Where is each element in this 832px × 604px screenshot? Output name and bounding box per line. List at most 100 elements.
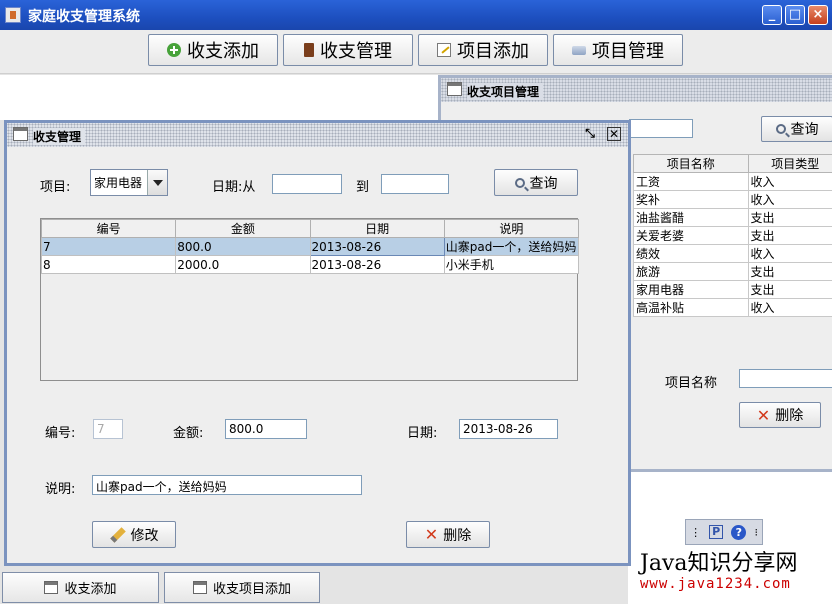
project-select[interactable]: 家用电器 — [90, 169, 168, 196]
delete-x-icon: ✕ — [756, 405, 771, 425]
id-field: 7 — [93, 419, 123, 439]
table-cell: 8 — [40, 255, 177, 274]
drive-icon — [572, 45, 586, 55]
income-manage-frame: 收支管理 ⤡ ✕ 项目: 家用电器 日期:从 到 查询 编号 金额 日期 说明 — [4, 120, 631, 566]
project-search-input[interactable] — [629, 119, 693, 138]
close-button[interactable]: × — [808, 5, 828, 25]
amount-field[interactable]: 800.0 — [225, 419, 307, 439]
table-cell: 关爱老婆 — [633, 226, 749, 245]
minimized-frame-label: 收支项目添加 — [212, 582, 291, 597]
menu-arrow-icon[interactable]: ⁝ — [754, 526, 758, 539]
column-header[interactable]: 项目名称 — [633, 154, 749, 173]
description-label: 说明: — [45, 482, 76, 497]
column-header[interactable]: 项目类型 — [747, 154, 832, 173]
desktop-area — [0, 75, 440, 120]
date-to-label: 到 — [356, 180, 370, 195]
table-cell: 山寨pad一个，送给妈妈 — [443, 237, 580, 256]
table-cell: 支出 — [747, 208, 832, 227]
delete-button[interactable]: ✕ 删除 — [406, 521, 490, 548]
minimized-frame-project-add[interactable]: 收支项目添加 — [164, 572, 320, 603]
project-delete-button[interactable]: ✕ 删除 — [739, 402, 821, 428]
drag-handle-icon[interactable]: ⋮ — [690, 526, 701, 539]
toolbar-button-label: 项目添加 — [457, 41, 529, 62]
date-from-input[interactable] — [272, 174, 342, 194]
toolbar-button-label: 收支添加 — [187, 41, 259, 62]
toolbar-button-label: 项目管理 — [592, 41, 664, 62]
table-cell: 收入 — [747, 172, 832, 191]
column-header[interactable]: 编号 — [40, 219, 177, 238]
toolbar-project-manage-button[interactable]: 项目管理 — [553, 34, 683, 66]
toolbar: 收支添加 收支管理 项目添加 项目管理 — [0, 30, 832, 74]
table-row[interactable]: 工资 收入 — [633, 172, 832, 191]
pencil-icon — [109, 526, 126, 543]
table-row[interactable]: 奖补 收入 — [633, 190, 832, 209]
description-field[interactable]: 山寨pad一个，送给妈妈 — [92, 475, 362, 495]
edit-button[interactable]: 修改 — [92, 521, 176, 548]
project-name-label: 项目名称 — [665, 376, 718, 391]
project-name-input[interactable] — [739, 369, 832, 388]
column-header[interactable]: 金额 — [175, 219, 311, 238]
frame-title-bar[interactable]: 收支项目管理 — [441, 78, 832, 102]
column-header[interactable]: 日期 — [309, 219, 445, 238]
button-label: 删除 — [775, 408, 804, 424]
table-cell: 油盐酱醋 — [633, 208, 749, 227]
table-row[interactable]: 关爱老婆 支出 — [633, 226, 832, 245]
window-icon — [13, 127, 28, 141]
window-icon — [447, 82, 462, 96]
window-icon — [44, 581, 59, 594]
book-icon — [304, 43, 314, 57]
minimize-icon[interactable]: ⤡ — [583, 127, 597, 141]
search-icon — [514, 177, 525, 188]
ime-mode-icon[interactable]: P — [709, 525, 724, 539]
window-icon — [192, 581, 207, 594]
minimized-frame-label: 收支添加 — [64, 582, 117, 597]
close-icon[interactable]: ✕ — [607, 127, 621, 141]
date-to-input[interactable] — [381, 174, 449, 194]
table-row[interactable]: 油盐酱醋 支出 — [633, 208, 832, 227]
button-label: 修改 — [130, 527, 159, 544]
income-table: 编号 金额 日期 说明 7 800.0 2013-08-26 山寨pad一个，送… — [40, 219, 580, 274]
table-cell: 800.0 — [175, 237, 311, 256]
table-row[interactable]: 旅游 支出 — [633, 262, 832, 281]
project-query-button[interactable]: 查询 — [761, 116, 832, 142]
chevron-down-icon[interactable] — [147, 170, 167, 195]
table-row[interactable]: 家用电器 支出 — [633, 280, 832, 299]
table-cell: 7 — [40, 237, 177, 256]
delete-x-icon: ✕ — [424, 525, 439, 544]
project-select-value: 家用电器 — [94, 176, 143, 190]
table-row[interactable]: 8 2000.0 2013-08-26 小米手机 — [40, 255, 580, 274]
date-label: 日期: — [407, 426, 438, 441]
income-table-scrollpane[interactable]: 编号 金额 日期 说明 7 800.0 2013-08-26 山寨pad一个，送… — [40, 218, 580, 381]
id-label: 编号: — [45, 426, 76, 441]
java-app-icon — [5, 7, 21, 23]
table-cell: 支出 — [747, 280, 832, 299]
minimized-frame-income-add[interactable]: 收支添加 — [2, 572, 159, 603]
column-header[interactable]: 说明 — [443, 219, 580, 238]
watermark-title: Java知识分享网 — [640, 551, 798, 576]
table-row[interactable]: 7 800.0 2013-08-26 山寨pad一个，送给妈妈 — [40, 237, 580, 256]
query-button[interactable]: 查询 — [494, 169, 578, 196]
amount-label: 金额: — [173, 426, 204, 441]
table-cell: 小米手机 — [443, 255, 580, 274]
ime-toolbar[interactable]: ⋮ P ? ⁝ — [685, 519, 763, 545]
minimize-button[interactable]: _ — [762, 5, 782, 25]
project-table: 项目名称 项目类型 工资 收入 奖补 收入 油盐酱醋 支出 关爱老婆 支出 绩效 收入 旅… — [633, 154, 832, 317]
window-title-bar: 家庭收支管理系统 _ □ × — [0, 0, 832, 30]
table-cell: 家用电器 — [633, 280, 749, 299]
table-cell: 收入 — [747, 298, 832, 317]
table-row[interactable]: 绩效 收入 — [633, 244, 832, 263]
table-row[interactable]: 高温补贴 收入 — [633, 298, 832, 317]
toolbar-income-add-button[interactable]: 收支添加 — [148, 34, 278, 66]
search-icon — [775, 124, 786, 134]
toolbar-project-add-button[interactable]: 项目添加 — [418, 34, 548, 66]
frame-title-bar[interactable]: 收支管理 ⤡ ✕ — [7, 123, 628, 147]
table-cell: 高温补贴 — [633, 298, 749, 317]
help-icon[interactable]: ? — [731, 524, 747, 540]
date-field[interactable]: 2013-08-26 — [459, 419, 558, 439]
toolbar-income-manage-button[interactable]: 收支管理 — [283, 34, 413, 66]
maximize-button[interactable]: □ — [785, 5, 805, 25]
window-title: 家庭收支管理系统 — [28, 9, 140, 25]
table-cell: 2013-08-26 — [309, 255, 445, 274]
table-cell: 奖补 — [633, 190, 749, 209]
plus-circle-icon — [167, 43, 181, 57]
